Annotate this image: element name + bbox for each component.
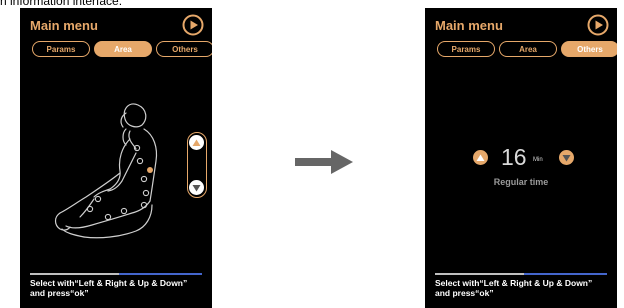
progress-bar-fill — [435, 273, 525, 275]
tab-params[interactable]: Params — [32, 41, 90, 57]
caption: n information interface. — [0, 0, 123, 8]
progress-bar-accent — [119, 273, 202, 275]
triangle-down-icon[interactable] — [189, 180, 204, 195]
triangle-down-icon[interactable] — [559, 150, 574, 165]
screen-regular-time: Main menu Params Area Others 16 Min Regu… — [425, 8, 617, 308]
hint-line-1: Select with“Left & Right & Up & Down” — [435, 278, 593, 288]
time-unit: Min — [533, 157, 543, 163]
tab-bar: Params Area Others — [425, 41, 617, 59]
progress-bar-accent — [524, 273, 607, 275]
tab-label: Others — [577, 44, 603, 54]
time-label: Regular time — [493, 177, 549, 187]
screen-title: Main menu — [30, 18, 98, 33]
tab-label: Area — [519, 44, 537, 54]
tab-bar: Params Area Others — [20, 41, 212, 59]
tab-params[interactable]: Params — [437, 41, 495, 57]
instruction-hint: Select with“Left & Right & Up & Down” an… — [435, 278, 615, 298]
time-value: 16 — [501, 144, 527, 170]
hint-line-2: and press“ok” — [435, 288, 494, 298]
tab-label: Area — [114, 44, 132, 54]
arrow-right-icon — [295, 150, 353, 174]
massage-chair-icon — [54, 103, 158, 239]
tab-others[interactable]: Others — [561, 41, 617, 57]
screen-area-selection: Main menu Params Area Others Select with… — [20, 8, 212, 308]
tab-area[interactable]: Area — [94, 41, 152, 57]
tab-label: Params — [451, 44, 481, 54]
time-setting: 16 Min — [473, 144, 574, 170]
tab-label: Others — [172, 44, 198, 54]
instruction-hint: Select with“Left & Right & Up & Down” an… — [30, 278, 210, 298]
tab-area[interactable]: Area — [499, 41, 557, 57]
intensity-adjust-control — [187, 132, 207, 198]
tab-label: Params — [46, 44, 76, 54]
progress-bar — [30, 273, 202, 275]
play-circle-icon[interactable] — [182, 14, 204, 36]
progress-bar-fill — [30, 273, 120, 275]
triangle-up-icon[interactable] — [189, 135, 204, 150]
hint-line-2: and press“ok” — [30, 288, 89, 298]
play-circle-icon[interactable] — [587, 14, 609, 36]
hint-line-1: Select with“Left & Right & Up & Down” — [30, 278, 188, 288]
triangle-up-icon[interactable] — [473, 150, 488, 165]
screen-title: Main menu — [435, 18, 503, 33]
tab-others[interactable]: Others — [156, 41, 212, 57]
progress-bar — [435, 273, 607, 275]
